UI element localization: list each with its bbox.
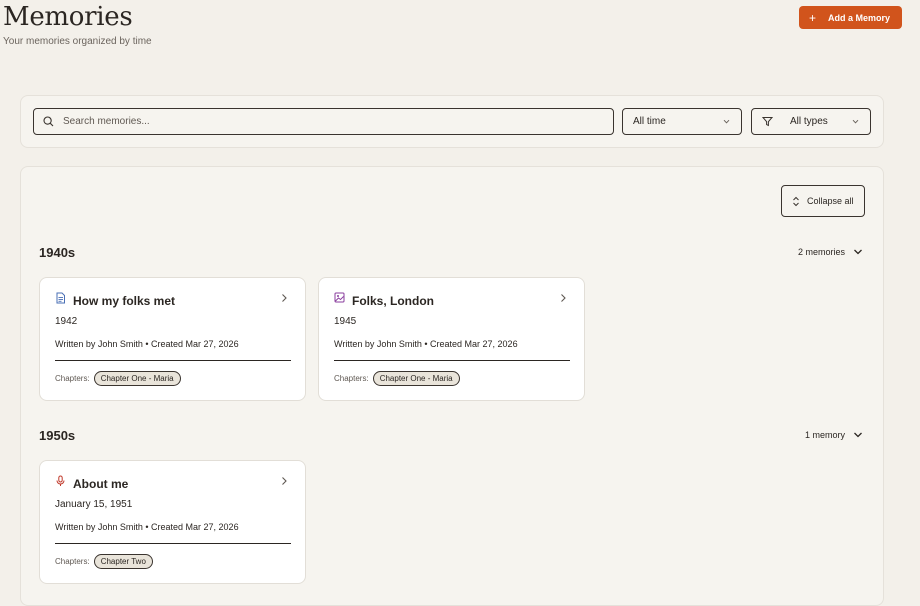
decade-count-label: 1 memory [804, 430, 845, 440]
type-filter-value: All types [790, 116, 828, 127]
expand-collapse-icon [793, 196, 799, 206]
page-title: Memories [3, 2, 133, 32]
search-icon [43, 116, 54, 127]
chapters-row: Chapters: Chapter Two [55, 554, 153, 569]
collapse-all-label: Collapse all [807, 196, 854, 206]
chapter-chip[interactable]: Chapter One - Maria [372, 371, 460, 386]
memory-card[interactable]: How my folks met 1942 Written by John Sm… [39, 277, 306, 401]
chapter-chip[interactable]: Chapter One - Maria [93, 371, 181, 386]
memory-date: January 15, 1951 [55, 499, 133, 510]
divider [55, 360, 291, 361]
page-header: Memories Your memories organized by time [3, 2, 152, 47]
decade-heading-1940s: 1940s [39, 245, 76, 260]
time-filter-select[interactable]: All time [622, 108, 742, 135]
chevron-down-icon [852, 119, 859, 124]
memory-meta: Written by John Smith • Created Mar 27, … [55, 522, 239, 532]
image-icon [334, 292, 345, 303]
chevron-down-icon [854, 249, 862, 255]
chapters-row: Chapters: Chapter One - Maria [334, 371, 460, 386]
decade-toggle-1950s[interactable]: 1 memory [805, 430, 863, 440]
add-memory-label: Add a Memory [828, 12, 891, 23]
memory-title: About me [73, 477, 129, 491]
chapter-chip[interactable]: Chapter Two [93, 554, 153, 569]
chevron-right-icon[interactable] [280, 476, 288, 486]
chapters-label: Chapters: [334, 374, 369, 383]
search-box[interactable] [33, 108, 614, 135]
memory-title: Folks, London [352, 294, 434, 308]
plus-icon: + [809, 10, 817, 25]
filter-bar: All time All types [20, 95, 884, 148]
memory-date: 1945 [334, 316, 357, 327]
chevron-right-icon[interactable] [559, 293, 567, 303]
time-filter-value: All time [633, 116, 666, 127]
chevron-down-icon [854, 432, 862, 438]
search-input[interactable] [63, 116, 563, 127]
microphone-icon [56, 475, 65, 486]
type-filter-select[interactable]: All types [751, 108, 871, 135]
divider [334, 360, 570, 361]
page-subtitle: Your memories organized by time [3, 36, 152, 47]
filter-icon [762, 117, 773, 127]
memory-title: How my folks met [73, 294, 176, 308]
decade-count-label: 2 memories [797, 247, 845, 257]
collapse-all-button[interactable]: Collapse all [781, 185, 865, 217]
memory-meta: Written by John Smith • Created Mar 27, … [55, 339, 239, 349]
memory-date: 1942 [55, 316, 78, 327]
decade-heading-1950s: 1950s [39, 428, 76, 443]
chapters-label: Chapters: [55, 374, 90, 383]
add-memory-button[interactable]: + Add a Memory [799, 6, 902, 29]
timeline-panel: Collapse all 1940s 2 memories How my fol… [20, 166, 884, 606]
decade-toggle-1940s[interactable]: 2 memories [798, 247, 863, 257]
chapters-row: Chapters: Chapter One - Maria [55, 371, 181, 386]
chapters-label: Chapters: [55, 557, 90, 566]
chevron-down-icon [723, 119, 730, 124]
memory-card[interactable]: Folks, London 1945 Written by John Smith… [318, 277, 585, 401]
memory-card[interactable]: About me January 15, 1951 Written by Joh… [39, 460, 306, 584]
chevron-right-icon[interactable] [280, 293, 288, 303]
memory-meta: Written by John Smith • Created Mar 27, … [334, 339, 518, 349]
document-icon [56, 292, 65, 304]
divider [55, 543, 291, 544]
